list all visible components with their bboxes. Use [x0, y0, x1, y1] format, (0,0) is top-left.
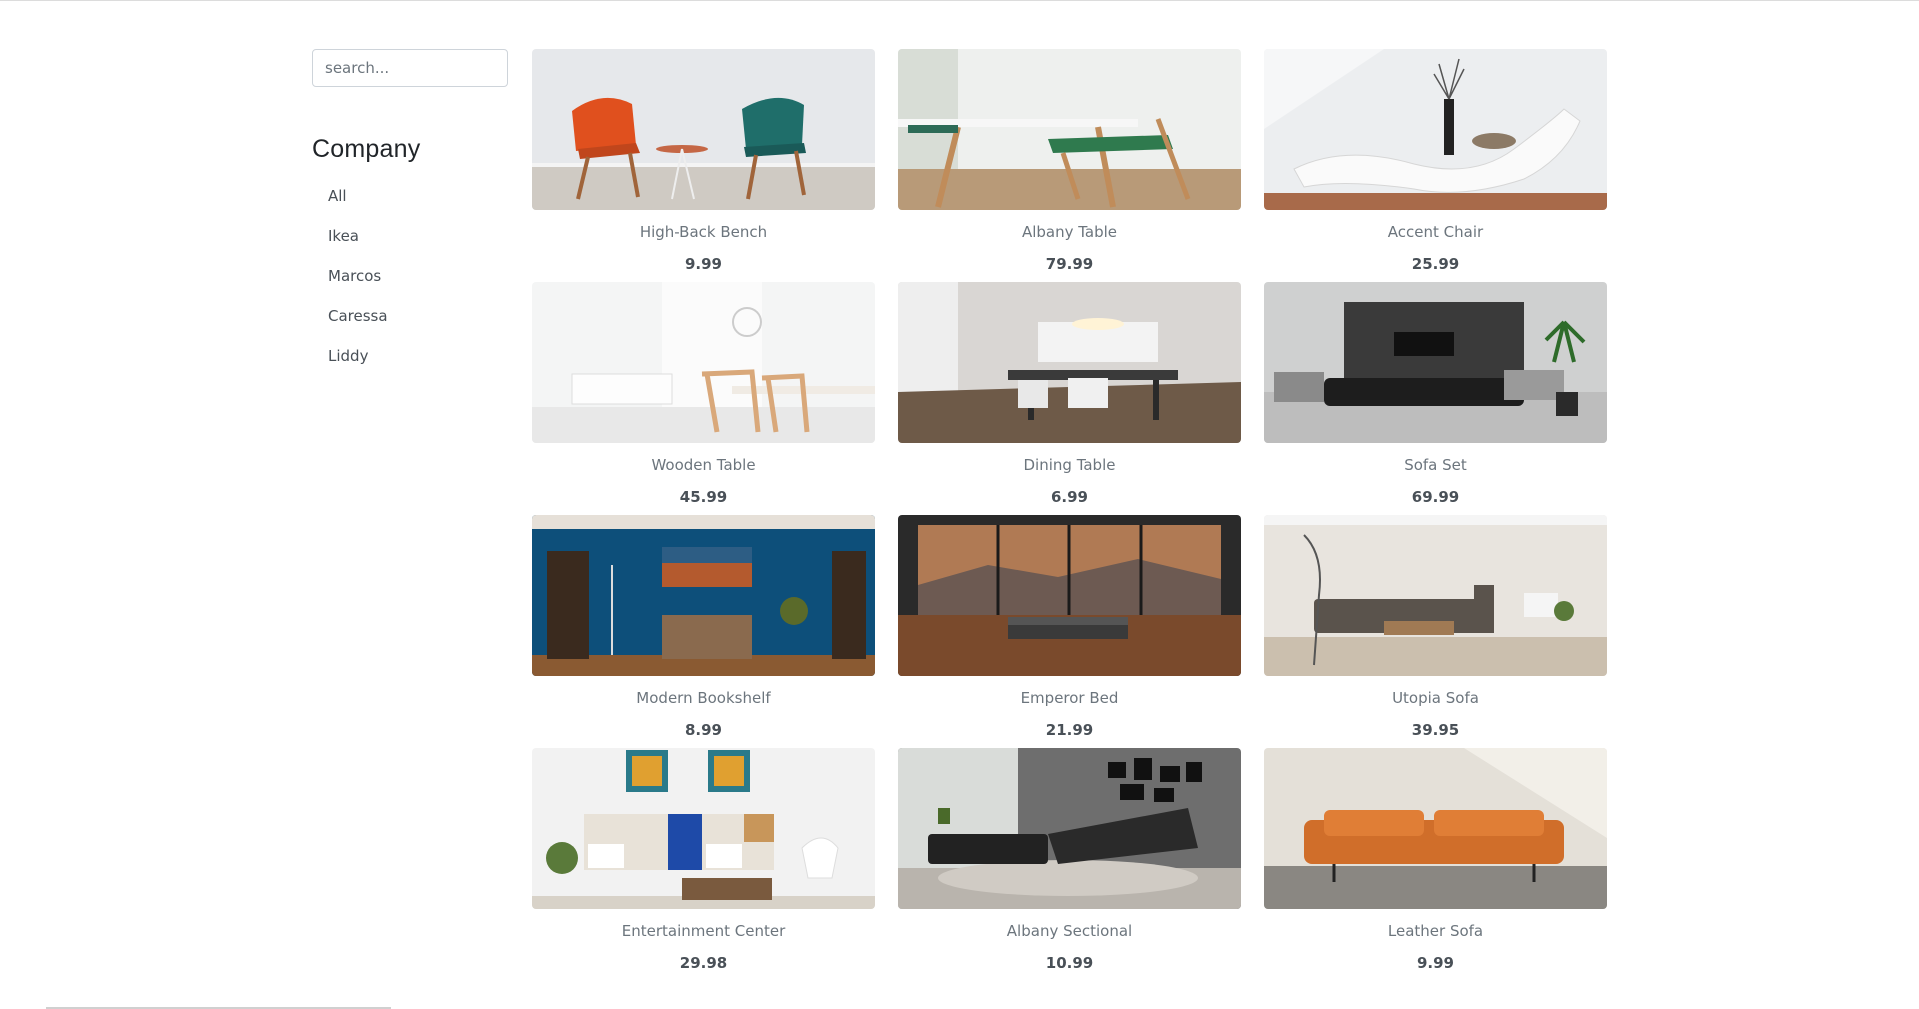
company-filter-liddy[interactable]: Liddy — [312, 336, 508, 376]
product-name: Utopia Sofa — [1392, 689, 1479, 707]
company-filter-ikea[interactable]: Ikea — [312, 216, 508, 256]
company-filter-caressa[interactable]: Caressa — [312, 296, 508, 336]
product-price: 39.95 — [1411, 721, 1460, 739]
product-price: 29.98 — [679, 954, 728, 972]
product-price: 21.99 — [1045, 721, 1094, 739]
top-border — [0, 0, 1919, 1]
product-name: Modern Bookshelf — [636, 689, 771, 707]
product-image-dining-room-table[interactable] — [898, 282, 1241, 443]
company-list: All Ikea Marcos Caressa Liddy — [312, 176, 508, 376]
product-card: Albany Table 79.99 — [898, 49, 1241, 282]
product-name: Albany Table — [1021, 223, 1118, 241]
product-card: Wooden Table 45.99 — [532, 282, 875, 515]
product-image-white-chaise-lounge[interactable] — [1264, 49, 1607, 210]
product-name: Dining Table — [1023, 456, 1116, 474]
product-name: Entertainment Center — [621, 922, 786, 940]
product-card: Modern Bookshelf 8.99 — [532, 515, 875, 748]
product-card: Entertainment Center 29.98 — [532, 748, 875, 981]
product-price: 25.99 — [1411, 255, 1460, 273]
product-image-bed-with-panoramic-window[interactable] — [898, 515, 1241, 676]
product-card: Albany Sectional 10.99 — [898, 748, 1241, 981]
product-image-blue-wall-bookshelf-room[interactable] — [532, 515, 875, 676]
product-card: Accent Chair 25.99 — [1264, 49, 1607, 282]
product-price: 9.99 — [1416, 954, 1454, 972]
product-price: 79.99 — [1045, 255, 1094, 273]
product-price: 9.99 — [684, 255, 722, 273]
product-image-two-patterned-chairs[interactable] — [532, 49, 875, 210]
product-card: Emperor Bed 21.99 — [898, 515, 1241, 748]
product-price: 6.99 — [1050, 488, 1088, 506]
product-name: Accent Chair — [1387, 223, 1484, 241]
product-name: Leather Sofa — [1387, 922, 1484, 940]
filters-sidebar: Company All Ikea Marcos Caressa Liddy — [312, 49, 508, 376]
product-image-sectional-sofa-living-room[interactable] — [1264, 515, 1607, 676]
product-price: 10.99 — [1045, 954, 1094, 972]
product-image-orange-leather-sofa[interactable] — [1264, 748, 1607, 909]
product-card: Utopia Sofa 39.95 — [1264, 515, 1607, 748]
search-input[interactable] — [312, 49, 508, 87]
product-card: Sofa Set 69.99 — [1264, 282, 1607, 515]
product-name: Emperor Bed — [1020, 689, 1119, 707]
product-image-shelf-unit-with-paintings[interactable] — [532, 748, 875, 909]
company-heading: Company — [312, 135, 421, 163]
product-card: Dining Table 6.99 — [898, 282, 1241, 515]
product-name: High-Back Bench — [639, 223, 768, 241]
product-grid: High-Back Bench 9.99 Albany Table 79.99 — [532, 49, 1607, 981]
product-price: 8.99 — [684, 721, 722, 739]
product-image-bright-dining-room[interactable] — [532, 282, 875, 443]
product-card: High-Back Bench 9.99 — [532, 49, 875, 282]
product-price: 45.99 — [679, 488, 728, 506]
product-price: 69.99 — [1411, 488, 1460, 506]
company-filter-all[interactable]: All — [312, 176, 508, 216]
product-image-black-leather-sectional[interactable] — [898, 748, 1241, 909]
product-card: Leather Sofa 9.99 — [1264, 748, 1607, 981]
product-name: Wooden Table — [651, 456, 756, 474]
product-image-white-table-with-chair[interactable] — [898, 49, 1241, 210]
product-name: Sofa Set — [1404, 456, 1467, 474]
product-image-grey-living-room[interactable] — [1264, 282, 1607, 443]
product-name: Albany Sectional — [1006, 922, 1133, 940]
company-filter-marcos[interactable]: Marcos — [312, 256, 508, 296]
